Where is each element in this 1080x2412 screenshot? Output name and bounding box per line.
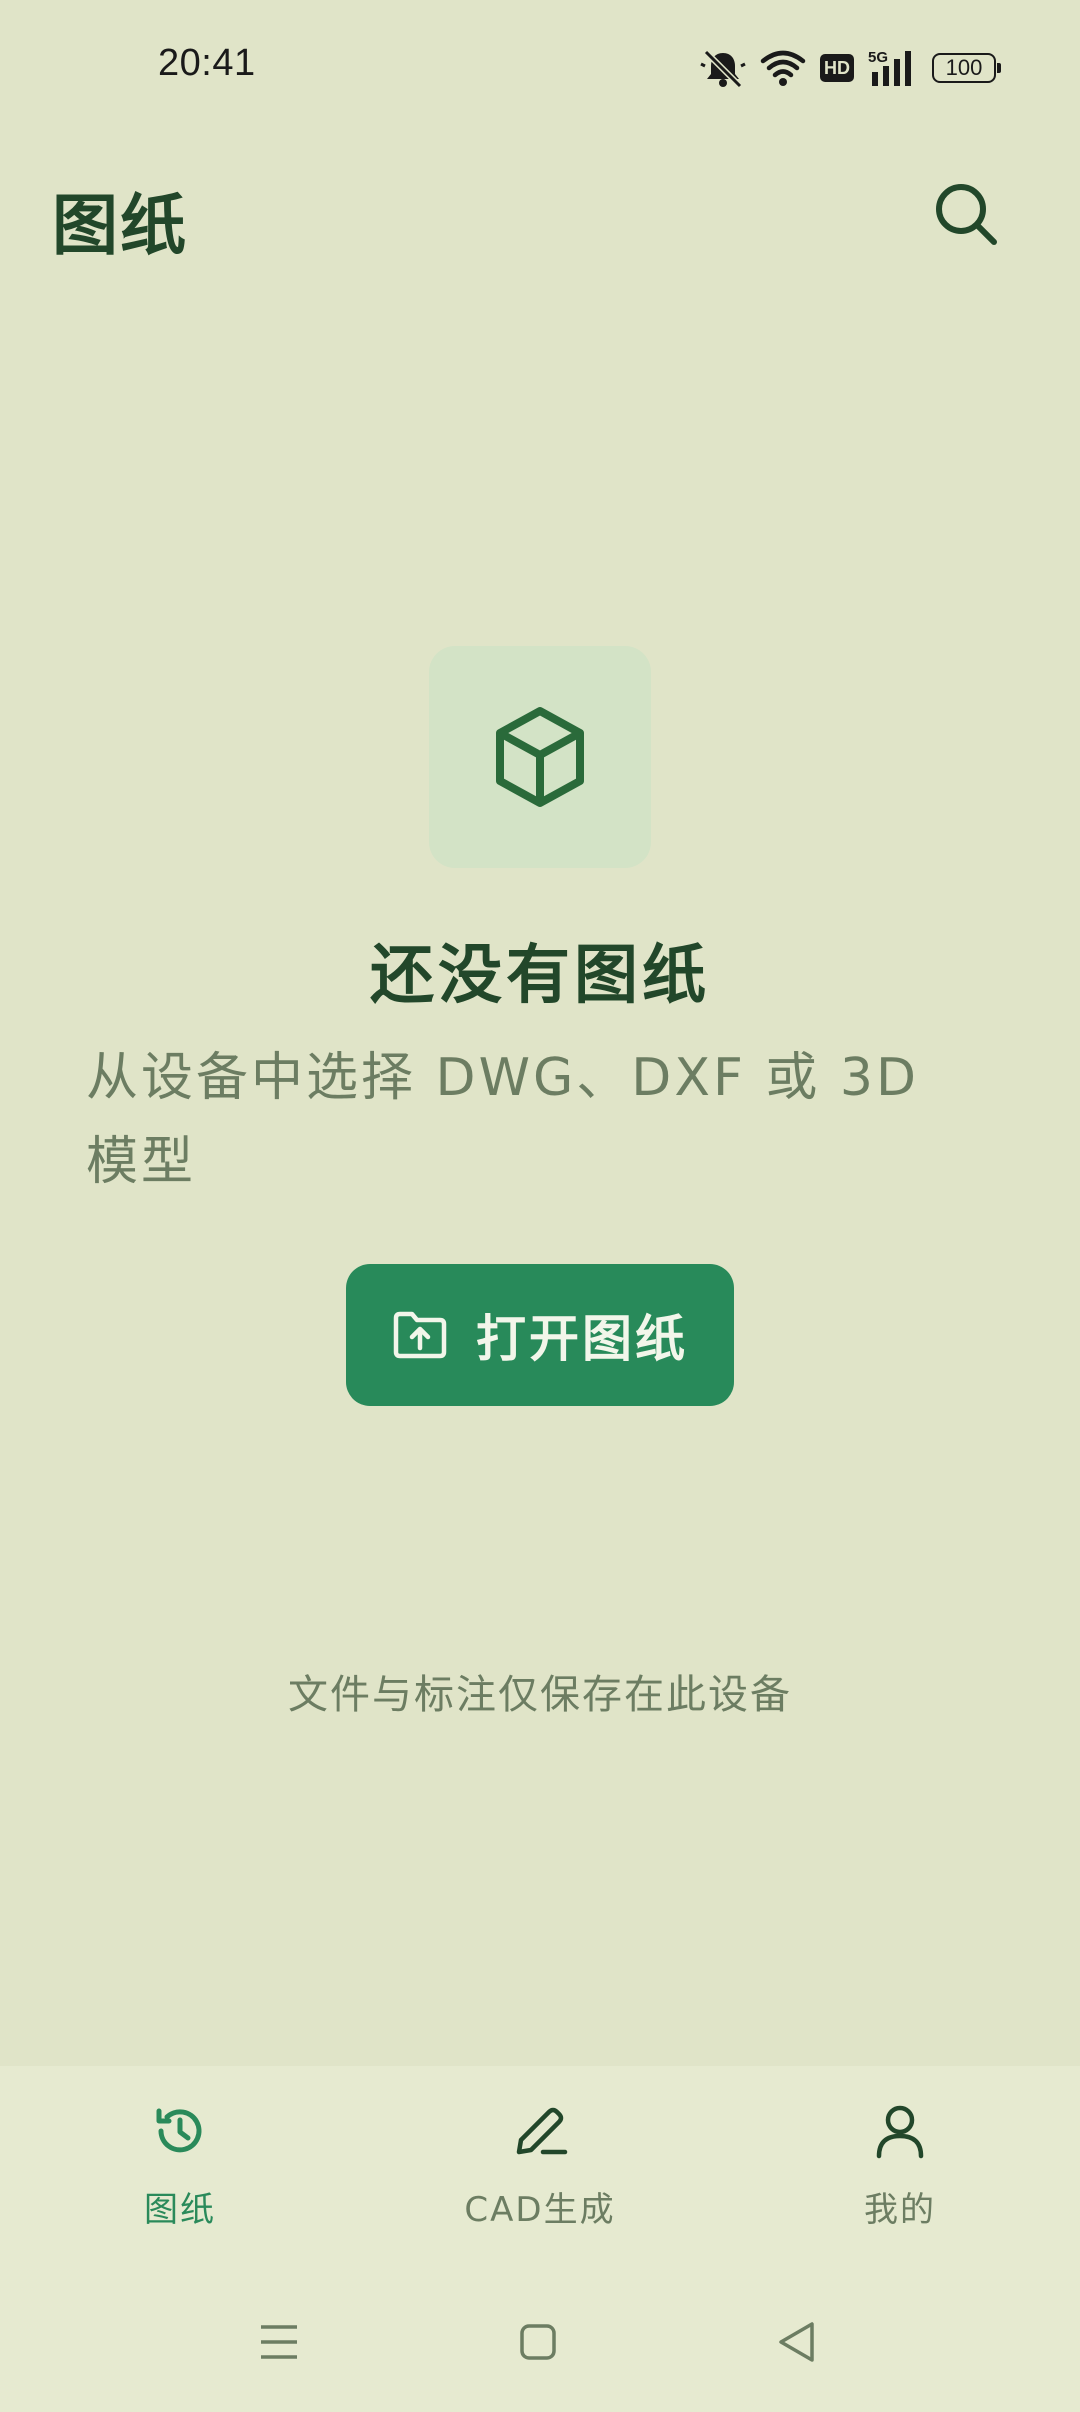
nav-label-cad-generate: CAD生成 xyxy=(464,2190,616,2230)
empty-state-illustration xyxy=(429,646,651,868)
status-time: 20:41 xyxy=(158,42,256,84)
page-title: 图纸 xyxy=(52,187,188,264)
user-icon xyxy=(876,2105,924,2159)
home-icon xyxy=(520,2324,556,2360)
hd-icon: HD xyxy=(820,54,854,82)
storage-note: 文件与标注仅保存在此设备 xyxy=(288,1672,792,1718)
empty-state-subtitle: 从设备中选择 DWG、DXF 或 3D 模型 xyxy=(86,1048,920,1192)
nav-label-mine: 我的 xyxy=(864,2190,936,2230)
status-icons: HD 5G 100 xyxy=(700,46,1001,90)
wifi-icon xyxy=(760,49,806,87)
nav-item-drawings[interactable]: 图纸 xyxy=(30,2090,330,2240)
search-button[interactable] xyxy=(922,170,1010,258)
bell-muted-icon xyxy=(700,48,746,88)
system-back-button[interactable] xyxy=(776,2320,816,2364)
battery-icon: 100 xyxy=(932,53,1001,83)
system-home-button[interactable] xyxy=(519,2323,557,2361)
open-drawing-label: 打开图纸 xyxy=(476,1310,688,1368)
open-drawing-button[interactable]: 打开图纸 xyxy=(346,1264,734,1406)
history-icon xyxy=(156,2108,202,2153)
nav-item-mine[interactable]: 我的 xyxy=(750,2090,1050,2240)
folder-upload-icon xyxy=(393,1311,447,1359)
nav-item-cad-generate[interactable]: CAD生成 xyxy=(390,2090,690,2240)
menu-icon xyxy=(261,2325,297,2359)
svg-text:5G: 5G xyxy=(868,49,888,66)
search-icon xyxy=(936,184,997,245)
empty-state-title: 还没有图纸 xyxy=(370,939,710,1013)
nav-label-drawings: 图纸 xyxy=(144,2190,216,2230)
pencil-icon xyxy=(516,2107,568,2155)
back-icon xyxy=(779,2322,814,2362)
signal-5g-icon: 5G xyxy=(868,48,918,88)
system-menu-button[interactable] xyxy=(258,2322,300,2362)
cube-icon xyxy=(496,707,584,807)
